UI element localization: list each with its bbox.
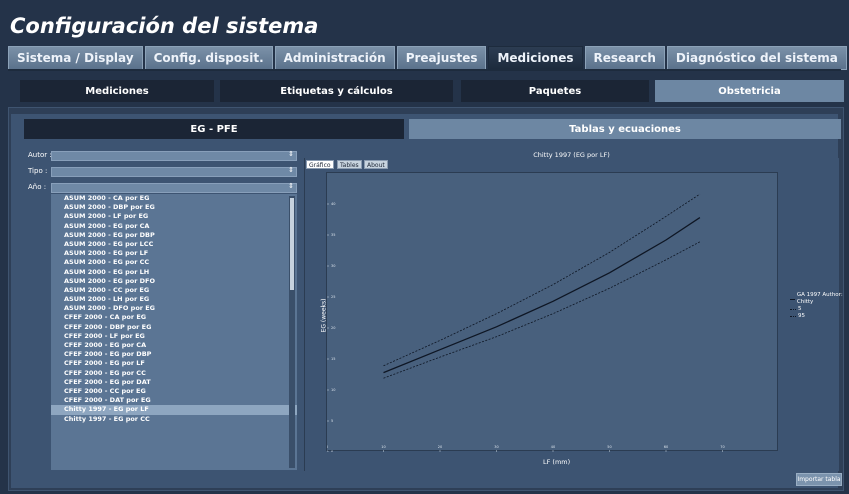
list-item[interactable]: CFEF 2000 - DBP por EG <box>51 323 297 332</box>
series-line-2 <box>383 193 701 367</box>
y-tick-label: 25 <box>331 295 335 299</box>
app-window: Configuración del sistema Sistema / Disp… <box>0 0 849 494</box>
subtab-paquetes[interactable]: Paquetes <box>461 80 649 102</box>
scrollbar-thumb[interactable] <box>290 198 294 290</box>
list-item[interactable]: ASUM 2000 - EG por CA <box>51 222 297 231</box>
list-item[interactable]: ASUM 2000 - EG por DFO <box>51 277 297 286</box>
tab-preajustes[interactable]: Preajustes <box>396 46 487 70</box>
series-line-1 <box>383 241 701 379</box>
legend-item-p95: 95 <box>790 313 849 320</box>
y-tick-label: 5 <box>331 419 333 423</box>
y-tick-label: 15 <box>331 357 335 361</box>
plot-area: 0 10 20 30 40 50 60 70 0 5 10 15 20 25 30 35 40 <box>326 172 778 454</box>
list-item[interactable]: CFEF 2000 - LF por EG <box>51 332 297 341</box>
list-item[interactable]: ASUM 2000 - EG por LH <box>51 268 297 277</box>
table-list-scrollbar[interactable] <box>289 196 295 468</box>
list-item[interactable]: ASUM 2000 - DFO por EG <box>51 304 297 313</box>
x-tick-label: 30 <box>494 445 498 449</box>
window-title: Configuración del sistema <box>10 14 319 38</box>
y-tick-label: 35 <box>331 233 335 237</box>
x-tick-label: 20 <box>438 445 442 449</box>
tab-administracion[interactable]: Administración <box>274 46 395 70</box>
list-item[interactable]: CFEF 2000 - EG por DBP <box>51 350 297 359</box>
list-item[interactable]: CFEF 2000 - EG por LF <box>51 359 297 368</box>
series-line-0 <box>383 217 701 374</box>
legend-item-p5: 5 <box>790 306 849 313</box>
tab-research[interactable]: Research <box>584 46 665 70</box>
import-table-button[interactable]: Importar tabla <box>796 473 842 486</box>
y-tick-label: 10 <box>331 388 335 392</box>
list-item[interactable]: Chitty 1997 - EG por CC <box>51 415 297 424</box>
list-item[interactable]: ASUM 2000 - DBP por EG <box>51 203 297 212</box>
section-tab-eg-pfe[interactable]: EG - PFE <box>24 119 404 139</box>
list-item[interactable]: CFEF 2000 - EG por CA <box>51 341 297 350</box>
x-axis-label: LF (mm) <box>543 458 571 466</box>
table-list[interactable]: ASUM 2000 - CA por EG ASUM 2000 - DBP por… <box>51 194 297 470</box>
legend-label-p5: 5 <box>798 306 802 312</box>
chevron-down-icon: ⇕ <box>288 150 294 158</box>
tab-divider <box>8 69 841 71</box>
legend-label-p95: 95 <box>798 313 805 319</box>
tab-tables[interactable]: Tables <box>337 160 362 169</box>
ano-select[interactable]: ⇕ <box>51 182 297 193</box>
list-item[interactable]: CFEF 2000 - EG por CC <box>51 369 297 378</box>
main-tabbar: Sistema / Display Config. disposit. Admi… <box>8 46 847 70</box>
chevron-down-icon: ⇕ <box>288 166 294 174</box>
list-item[interactable]: CFEF 2000 - CC por EG <box>51 387 297 396</box>
y-axis-label: EG (weeks) <box>320 298 328 333</box>
list-item[interactable]: ASUM 2000 - EG por LF <box>51 249 297 258</box>
list-item[interactable]: ASUM 2000 - LF por EG <box>51 212 297 221</box>
tab-sistema-display[interactable]: Sistema / Display <box>8 46 143 70</box>
tipo-label: Tipo : <box>28 167 48 175</box>
list-item[interactable]: CFEF 2000 - CA por EG <box>51 313 297 322</box>
list-item[interactable]: ASUM 2000 - CC por EG <box>51 286 297 295</box>
tab-config-disposit[interactable]: Config. disposit. <box>144 46 273 70</box>
tab-diagnostico[interactable]: Diagnóstico del sistema <box>666 46 847 70</box>
y-tick-label: 40 <box>331 202 335 206</box>
tipo-select[interactable]: ⇕ <box>51 166 297 177</box>
y-tick-label: 30 <box>331 264 335 268</box>
list-item[interactable]: Chitty 1997 - EG por LF <box>51 405 297 415</box>
list-item[interactable]: ASUM 2000 - EG por CC <box>51 258 297 267</box>
list-item[interactable]: CFEF 2000 - DAT por EG <box>51 396 297 405</box>
x-tick-label: 50 <box>607 445 611 449</box>
x-tick-label: 0 <box>327 445 328 449</box>
tab-mediciones[interactable]: Mediciones <box>488 46 583 70</box>
list-item[interactable]: CFEF 2000 - EG por DAT <box>51 378 297 387</box>
list-item[interactable]: ASUM 2000 - LH por EG <box>51 295 297 304</box>
list-item[interactable]: ASUM 2000 - CA por EG <box>51 194 297 203</box>
legend-swatch-dotted <box>790 309 796 310</box>
subtab-etiquetas[interactable]: Etiquetas y cálculos <box>220 80 453 102</box>
legend-label-main: GA 1997 Author: Chitty <box>796 292 843 305</box>
list-item[interactable]: ASUM 2000 - EG por DBP <box>51 231 297 240</box>
x-tick-label: 70 <box>720 445 724 449</box>
autor-select[interactable]: ⇕ <box>51 150 297 161</box>
x-tick-label: 10 <box>381 445 385 449</box>
x-tick-label: 40 <box>551 445 555 449</box>
chart-svg: 0 10 20 30 40 50 60 70 0 5 10 15 20 25 30 35 40 <box>326 193 725 454</box>
chart-legend: GA 1997 Author: Chitty 5 95 <box>790 292 849 320</box>
legend-item-main: GA 1997 Author: Chitty <box>790 292 849 306</box>
y-tick-label: 20 <box>331 326 335 330</box>
subtab-obstetricia[interactable]: Obstetricia <box>655 80 844 102</box>
autor-label: Autor : <box>28 151 52 159</box>
ano-label: Año : <box>28 183 47 191</box>
legend-swatch-dotted <box>790 316 796 317</box>
tab-grafico[interactable]: Gráfico <box>306 160 334 169</box>
list-item[interactable]: ASUM 2000 - EG por LCC <box>51 240 297 249</box>
tab-about[interactable]: About <box>364 160 388 169</box>
chevron-down-icon: ⇕ <box>288 182 294 190</box>
section-tab-tablas[interactable]: Tablas y ecuaciones <box>409 119 841 139</box>
y-tick-label: 0 <box>331 450 333 452</box>
subtab-mediciones[interactable]: Mediciones <box>20 80 214 102</box>
x-tick-label: 60 <box>664 445 668 449</box>
legend-swatch-solid <box>790 298 795 300</box>
chart-title: Chitty 1997 (EG por LF) <box>533 151 610 159</box>
